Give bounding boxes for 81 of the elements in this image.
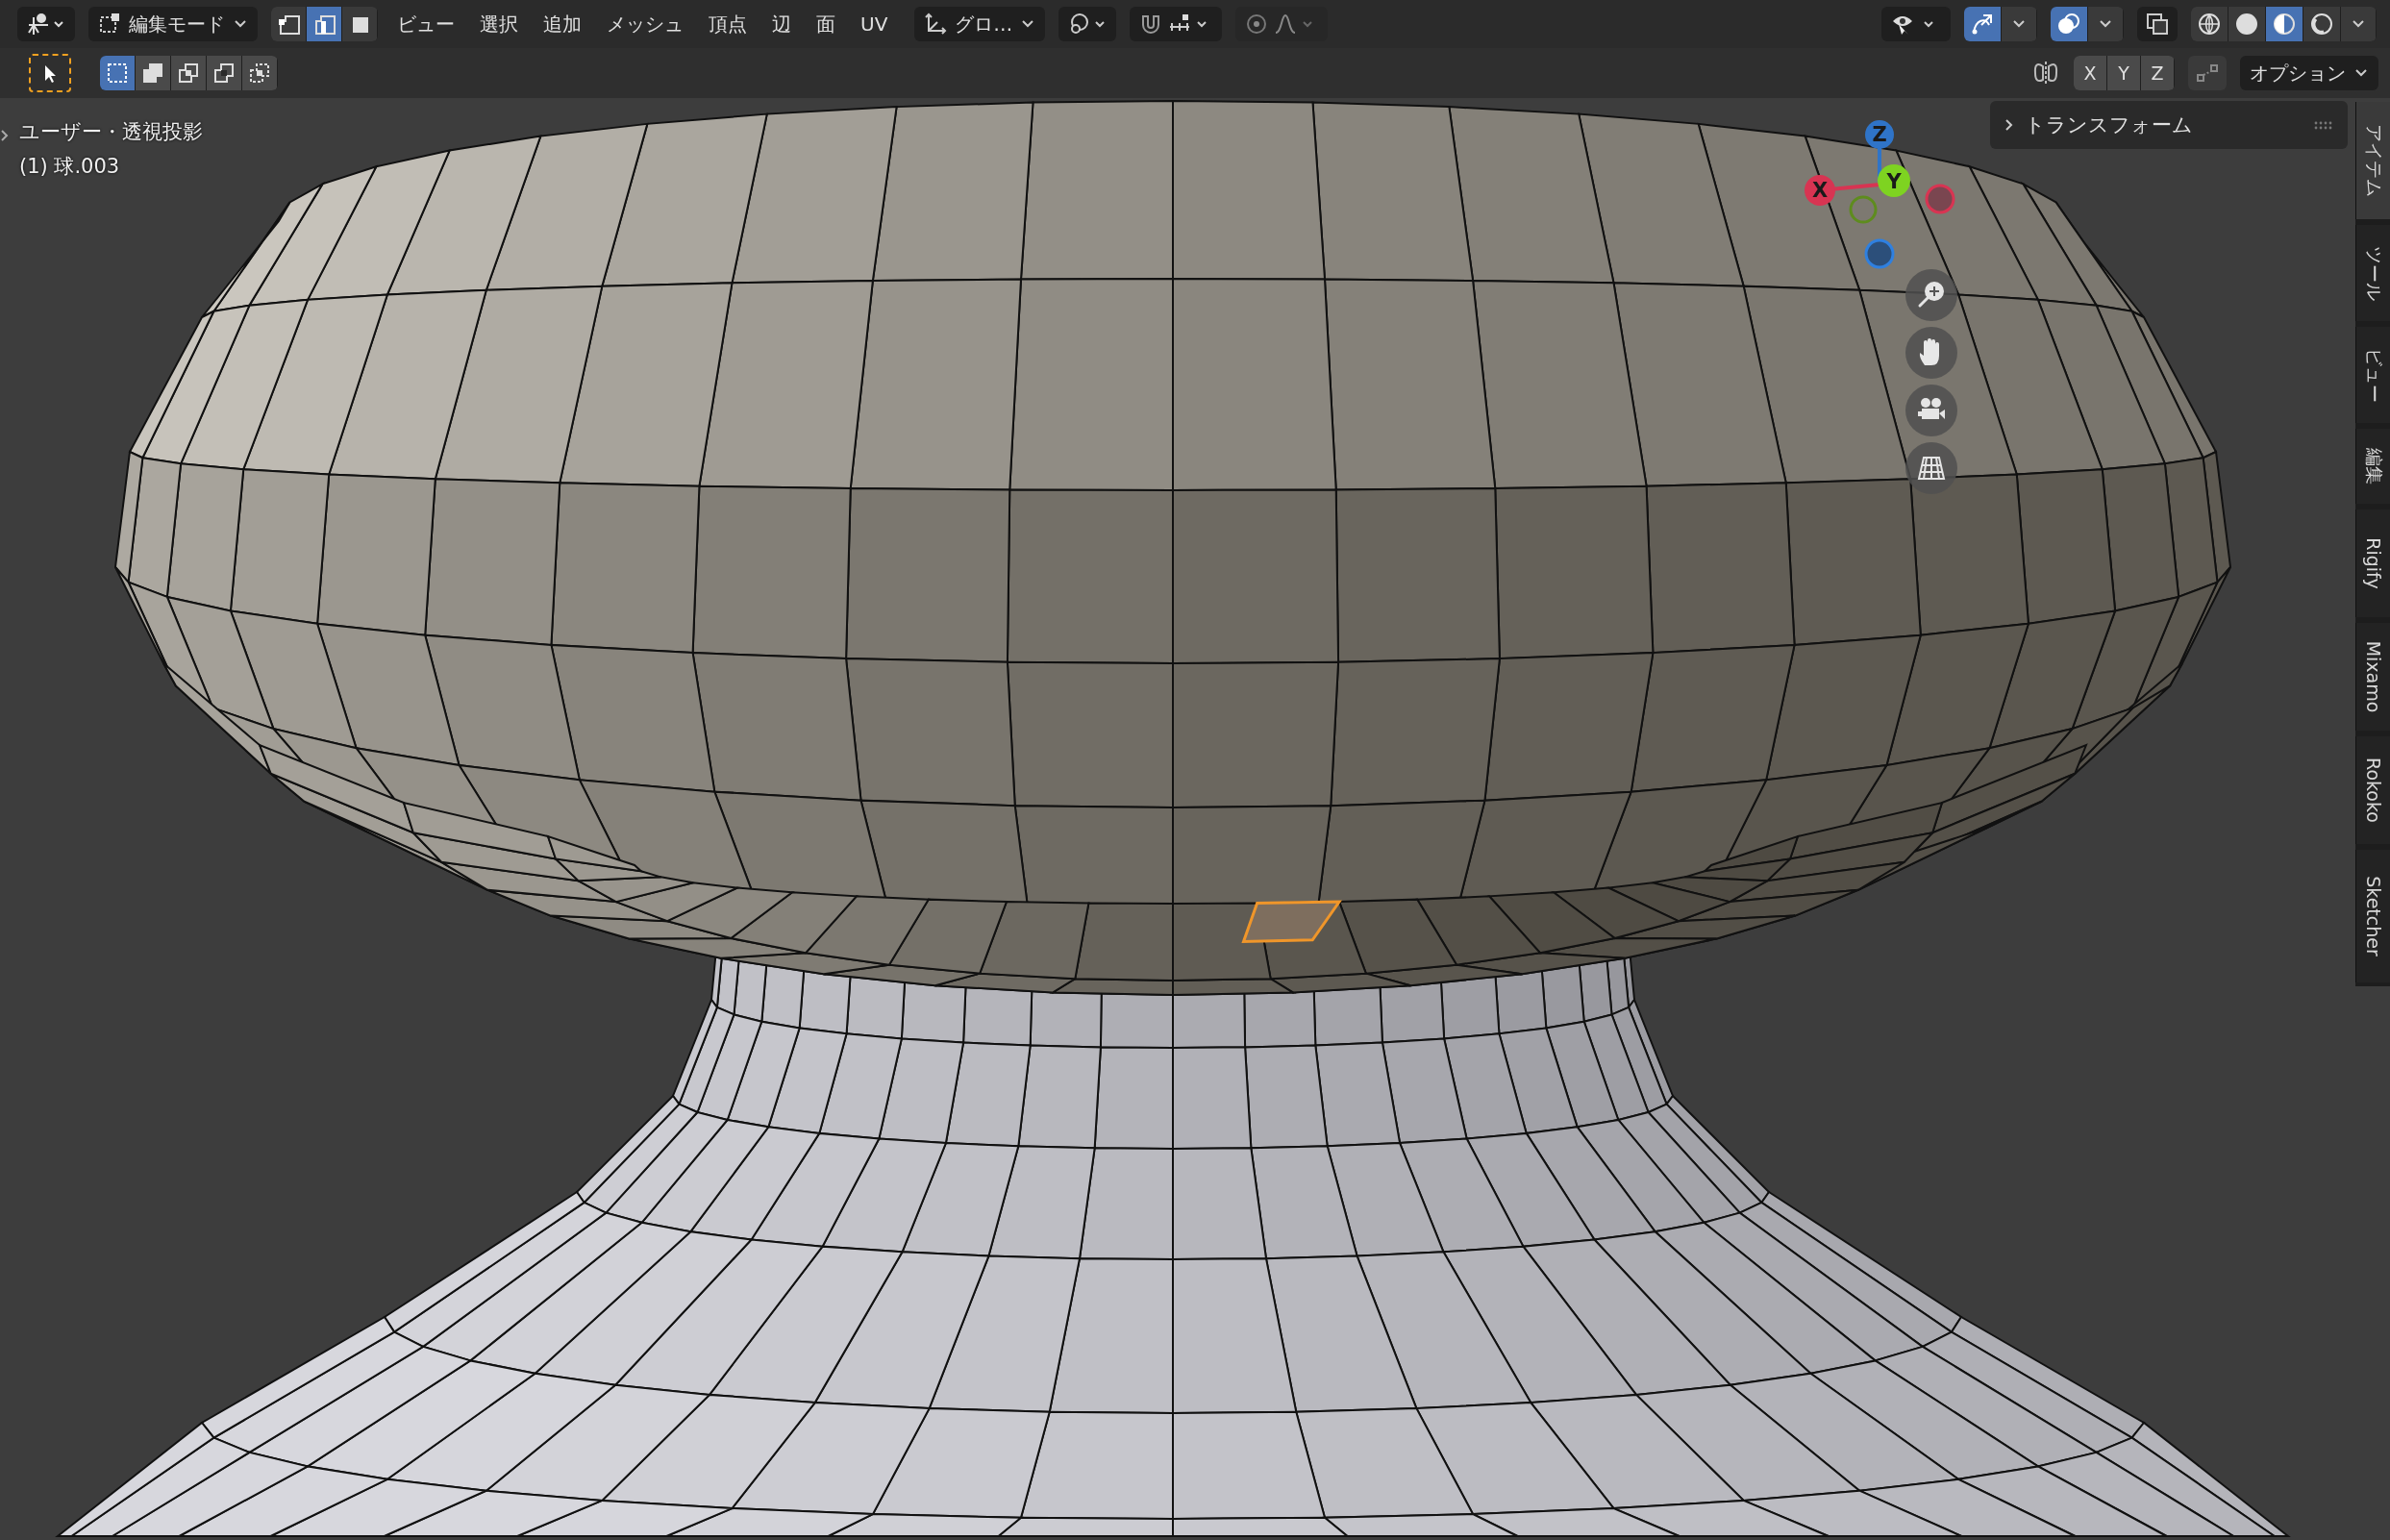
menu-item[interactable]: メッシュ	[601, 7, 689, 41]
chevron-down-icon	[2011, 18, 2027, 30]
auto-merge-icon	[2196, 62, 2219, 85]
sidebar-tab[interactable]: ビュー	[2355, 327, 2390, 423]
overlays-dropdown[interactable]	[2088, 7, 2123, 41]
shading-mode-button[interactable]	[2266, 7, 2303, 41]
overlays-toggle[interactable]	[2051, 7, 2087, 41]
selected-face[interactable]	[1241, 900, 1342, 943]
shading-dropdown[interactable]	[2341, 7, 2376, 41]
box-mode-button[interactable]	[100, 56, 135, 90]
box-mode-button[interactable]	[207, 56, 241, 90]
chevron-right-icon	[2004, 117, 2015, 133]
menu-item[interactable]: 面	[810, 7, 841, 41]
sphere-icon	[2234, 12, 2259, 37]
pivot-button[interactable]	[1058, 7, 1117, 41]
sidebar-tab[interactable]: Mixamo	[2355, 623, 2390, 731]
options-dropdown[interactable]: オプション	[2240, 56, 2378, 90]
edit-mode-icon	[98, 12, 121, 36]
xray-icon	[2145, 12, 2170, 37]
menu-item[interactable]: ビュー	[391, 7, 461, 41]
menu-item[interactable]: 辺	[766, 7, 797, 41]
axis-gizmo[interactable]: Z X Y	[1779, 106, 1990, 269]
mirror-axis-toggle[interactable]: Z	[2141, 56, 2174, 90]
gizmo-dropdown[interactable]	[2002, 7, 2036, 41]
auto-merge-button[interactable]	[2188, 56, 2227, 90]
proportional-edit-button[interactable]	[1235, 7, 1329, 41]
gizmo-toggle[interactable]	[1964, 7, 2001, 41]
xray-toggle[interactable]	[2137, 7, 2178, 41]
sphere-icon	[2272, 12, 2297, 37]
panel-title: トランスフォーム	[2025, 112, 2193, 138]
select-mode-button[interactable]	[271, 7, 306, 41]
box-mode-icon	[212, 62, 236, 85]
view-options-button[interactable]	[1881, 7, 1951, 41]
chevron-down-icon	[233, 18, 248, 30]
box-mode-icon	[141, 62, 164, 85]
select-mode-icon	[277, 12, 300, 36]
chevron-down-icon	[2351, 18, 2366, 30]
shading-mode-button[interactable]	[2303, 7, 2340, 41]
menu-item[interactable]: 頂点	[703, 7, 753, 41]
sidebar-tab[interactable]: 編集	[2355, 429, 2390, 504]
snap-button[interactable]	[1130, 7, 1223, 41]
chevron-down-icon	[2098, 18, 2113, 30]
menu-item[interactable]: 追加	[537, 7, 587, 41]
select-tool-button[interactable]	[29, 54, 71, 92]
gizmo-icon	[1970, 12, 1995, 37]
orientation-label: グロ…	[955, 11, 1013, 37]
axes-icon	[924, 12, 948, 36]
sidebar-tab[interactable]: Rokoko	[2355, 736, 2390, 844]
sphere-icon	[2309, 12, 2334, 37]
chevron-down-icon	[1020, 18, 1036, 30]
mirror-axis-toggle[interactable]: Y	[2107, 56, 2140, 90]
view-name: ユーザー・透視投影	[19, 119, 203, 145]
box-mode-button[interactable]	[171, 56, 206, 90]
menu-item[interactable]: UV	[855, 7, 894, 41]
mode-label: 編集モード	[129, 11, 225, 37]
sidebar-tab[interactable]: Rigify	[2355, 509, 2390, 617]
sidebar-tab[interactable]: ツール	[2355, 225, 2390, 321]
drag-handle-icon[interactable]	[2313, 120, 2334, 130]
box-mode-button[interactable]	[136, 56, 170, 90]
box-mode-icon	[177, 62, 200, 85]
sidebar-tab[interactable]: アイテム	[2355, 102, 2390, 219]
orientation-dropdown[interactable]: グロ…	[914, 7, 1046, 41]
mirror-axis-toggle[interactable]: X	[2074, 56, 2106, 90]
overlays-icon	[2056, 12, 2081, 37]
box-mode-button[interactable]	[242, 56, 277, 90]
editor-type-button[interactable]	[17, 7, 75, 41]
sphere-icon	[2197, 12, 2222, 37]
chevron-down-icon	[2353, 67, 2369, 79]
box-mode-icon	[248, 62, 271, 85]
shading-mode-button[interactable]	[2191, 7, 2228, 41]
toolbar-expand-icon[interactable]	[0, 128, 10, 143]
object-name: (1) 球.003	[19, 154, 121, 180]
shading-mode-button[interactable]	[2228, 7, 2265, 41]
select-mode-button[interactable]	[342, 7, 377, 41]
options-label: オプション	[2250, 60, 2346, 87]
menu-item[interactable]: 選択	[474, 7, 524, 41]
sidebar-tab[interactable]: Sketcher	[2355, 850, 2390, 982]
select-mode-icon	[312, 12, 336, 36]
box-mode-icon	[106, 62, 129, 85]
mode-dropdown[interactable]: 編集モード	[88, 7, 258, 41]
transform-panel-header[interactable]: トランスフォーム	[1990, 101, 2348, 149]
